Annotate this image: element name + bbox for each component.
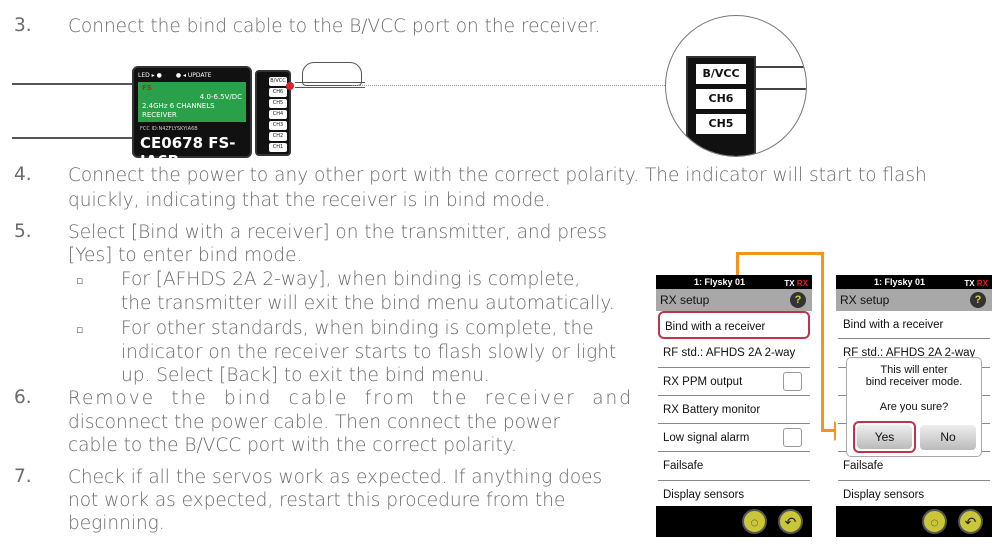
screen-title: RX setup bbox=[840, 293, 890, 307]
step-number: 6. bbox=[14, 387, 32, 408]
menu-item-display-sensors[interactable]: Display sensors bbox=[838, 481, 990, 509]
back-icon[interactable]: ↶ bbox=[778, 509, 803, 534]
step-text: not work as expected, restart this proce… bbox=[68, 490, 566, 511]
step-text: Select [Bind with a receiver] on the tra… bbox=[68, 222, 607, 243]
fcc-id: FCC ID:N4ZFLYSKYIA6B bbox=[140, 126, 198, 132]
step-number: 7. bbox=[14, 466, 32, 487]
dialog-question: Are you sure? bbox=[879, 401, 949, 413]
update-label: ● ◂ UPDATE bbox=[175, 72, 212, 79]
receiver-desc: 2.4GHz 6 CHANNELS RECEIVER bbox=[142, 102, 215, 119]
step-text: disconnect the power cable. Then connect… bbox=[68, 412, 561, 433]
menu-item-battery-monitor[interactable]: RX Battery monitor bbox=[658, 396, 810, 425]
no-button[interactable]: No bbox=[920, 425, 976, 450]
port-label: B/VCC bbox=[269, 77, 287, 86]
step-number: 5. bbox=[14, 221, 32, 242]
transmitter-screen-confirm: 1: Flysky 01 TX RX RX setup? Bind with a … bbox=[836, 275, 992, 537]
inset-zoom: B/VCC CH6 CH5 bbox=[665, 15, 807, 157]
dial-icon[interactable]: ◌ bbox=[922, 509, 947, 534]
port-label: B/VCC bbox=[696, 64, 746, 84]
screen-title: RX setup bbox=[660, 293, 710, 307]
confirm-dialog: This will enter bind receiver mode. Are … bbox=[846, 357, 982, 457]
port-label: CH5 bbox=[696, 114, 746, 134]
receiver-illustration: LED ▸ ● ● ◂ UPDATE FS 4.0-6.5V/DC 2.4GHz … bbox=[12, 60, 365, 170]
checkbox[interactable] bbox=[783, 371, 802, 391]
bullet-icon: ▫ bbox=[76, 323, 84, 336]
step-text: [Yes] to enter bind mode. bbox=[68, 245, 303, 266]
step-text: quickly, indicating that the receiver is… bbox=[68, 190, 551, 211]
yes-button[interactable]: Yes bbox=[857, 425, 912, 449]
dialog-text: This will enter bbox=[880, 364, 948, 376]
model-name: 1: Flysky 01 bbox=[874, 277, 926, 287]
step-text: Check if all the servos work as expected… bbox=[68, 467, 603, 488]
menu-item-bind[interactable]: Bind with a receiver bbox=[838, 311, 990, 340]
menu-item-display-sensors[interactable]: Display sensors bbox=[658, 481, 810, 509]
bullet-text: For [AFHDS 2A 2-way], when binding is co… bbox=[121, 269, 581, 290]
step-number: 3. bbox=[14, 15, 32, 36]
bullet-text: indicator on the receiver starts to flas… bbox=[121, 342, 617, 363]
step-text: cable to the B/VCC port with the correct… bbox=[68, 435, 517, 456]
status-bar: 1: Flysky 01 TX RX bbox=[656, 275, 812, 289]
step-text: Remove the bind cable from the receiver … bbox=[68, 388, 633, 409]
led-label: LED ▸ ● bbox=[138, 72, 162, 79]
bind-port-dot bbox=[286, 82, 294, 90]
help-icon[interactable]: ? bbox=[790, 292, 806, 308]
step-text: beginning. bbox=[68, 513, 165, 534]
tx-indicator: TX bbox=[964, 279, 975, 288]
dialog-text: bind receiver mode. bbox=[865, 376, 963, 388]
step-text: Connect the power to any other port with… bbox=[68, 165, 927, 186]
dial-icon[interactable]: ◌ bbox=[742, 509, 767, 534]
port-label: CH4 bbox=[269, 110, 287, 119]
checkbox[interactable] bbox=[783, 428, 802, 448]
step-number: 4. bbox=[14, 164, 32, 185]
voltage-label: 4.0-6.5V/DC bbox=[199, 93, 242, 101]
bullet-text: up. Select [Back] to exit the bind menu. bbox=[121, 365, 490, 386]
port-label: CH6 bbox=[696, 89, 746, 109]
menu-item-bind[interactable]: Bind with a receiver bbox=[658, 311, 810, 340]
item-label: RX PPM output bbox=[663, 375, 743, 388]
tx-indicator: TX bbox=[784, 279, 795, 288]
bullet-text: For other standards, when binding is com… bbox=[121, 318, 594, 339]
help-icon[interactable]: ? bbox=[970, 292, 986, 308]
model-name: 1: Flysky 01 bbox=[694, 277, 746, 287]
transmitter-screen-rx-setup: 1: Flysky 01 TX RX RX setup? Bind with a … bbox=[656, 275, 812, 537]
port-label: CH1 bbox=[269, 143, 287, 152]
rx-indicator: RX bbox=[796, 279, 808, 288]
port-label: CH6 bbox=[269, 88, 287, 97]
port-label: CH5 bbox=[269, 99, 287, 108]
menu-item-rf-std[interactable]: RF std.: AFHDS 2A 2-way bbox=[658, 339, 810, 368]
item-label: Low signal alarm bbox=[663, 432, 750, 445]
menu-item-ppm-output[interactable]: RX PPM output bbox=[658, 368, 810, 396]
brand-logo: FS bbox=[142, 84, 152, 92]
ce-mark: CE0678 bbox=[140, 134, 204, 152]
bullet-icon: ▫ bbox=[76, 274, 84, 287]
port-label: CH2 bbox=[269, 132, 287, 141]
bullet-text: the transmitter will exit the bind menu … bbox=[121, 293, 615, 314]
step-text: Connect the bind cable to the B/VCC port… bbox=[68, 16, 601, 37]
back-icon[interactable]: ↶ bbox=[958, 509, 983, 534]
menu-item-low-signal[interactable]: Low signal alarm bbox=[658, 424, 810, 453]
menu-item-failsafe[interactable]: Failsafe bbox=[658, 452, 810, 481]
rx-indicator: RX bbox=[976, 279, 988, 288]
port-label: CH3 bbox=[269, 121, 287, 130]
